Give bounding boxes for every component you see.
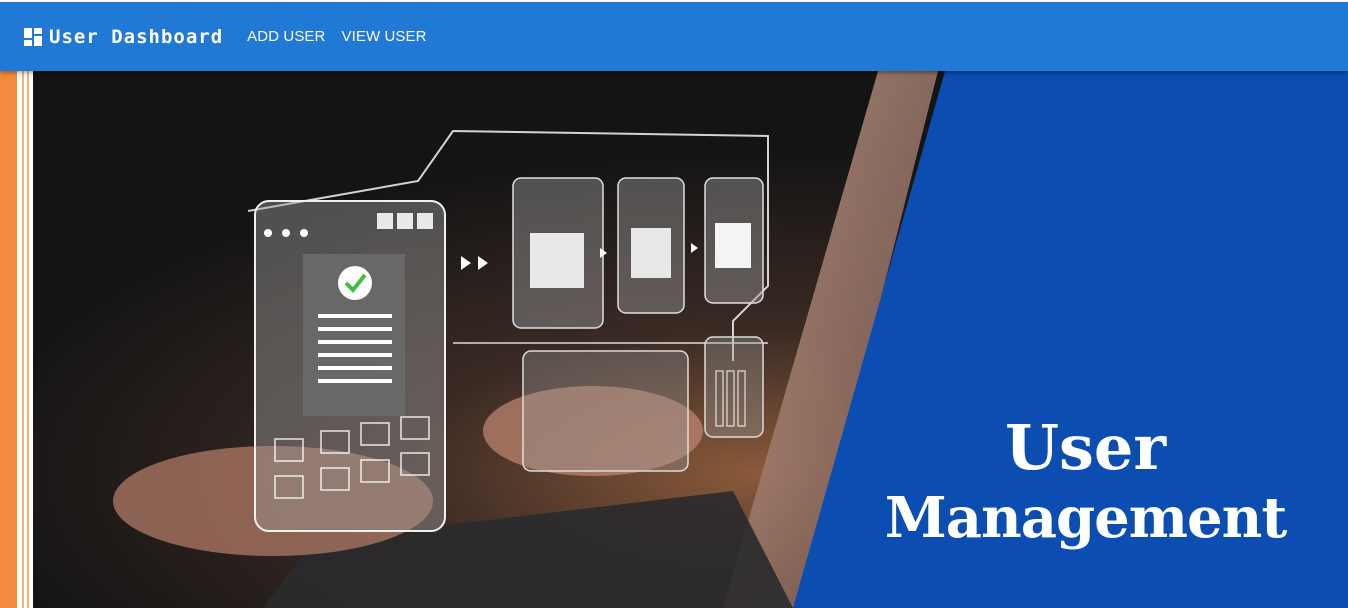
nav-view-user-link[interactable]: VIEW USER	[341, 28, 426, 45]
app-bar: User Dashboard ADD USER VIEW USER	[0, 2, 1348, 71]
hero-title-line2: Management	[884, 485, 1288, 552]
left-accent-line	[22, 71, 24, 608]
left-accent-strip	[0, 71, 17, 608]
file-list-panel	[522, 350, 689, 472]
left-accent-line	[27, 71, 29, 608]
hero-title-line1: User	[1004, 411, 1167, 484]
hero-title: User Management	[823, 411, 1348, 553]
nav-add-user-link[interactable]: ADD USER	[247, 28, 325, 45]
folder-icon	[715, 223, 751, 268]
dashboard-icon	[24, 27, 42, 46]
left-gap	[17, 71, 33, 608]
hero-banner: User Management	[33, 71, 1348, 608]
folder-icon	[530, 233, 584, 288]
brand[interactable]: User Dashboard	[24, 26, 223, 48]
app-title: User Dashboard	[49, 25, 224, 48]
folder-icon	[631, 228, 671, 278]
top-nav: ADD USER VIEW USER	[247, 28, 442, 45]
